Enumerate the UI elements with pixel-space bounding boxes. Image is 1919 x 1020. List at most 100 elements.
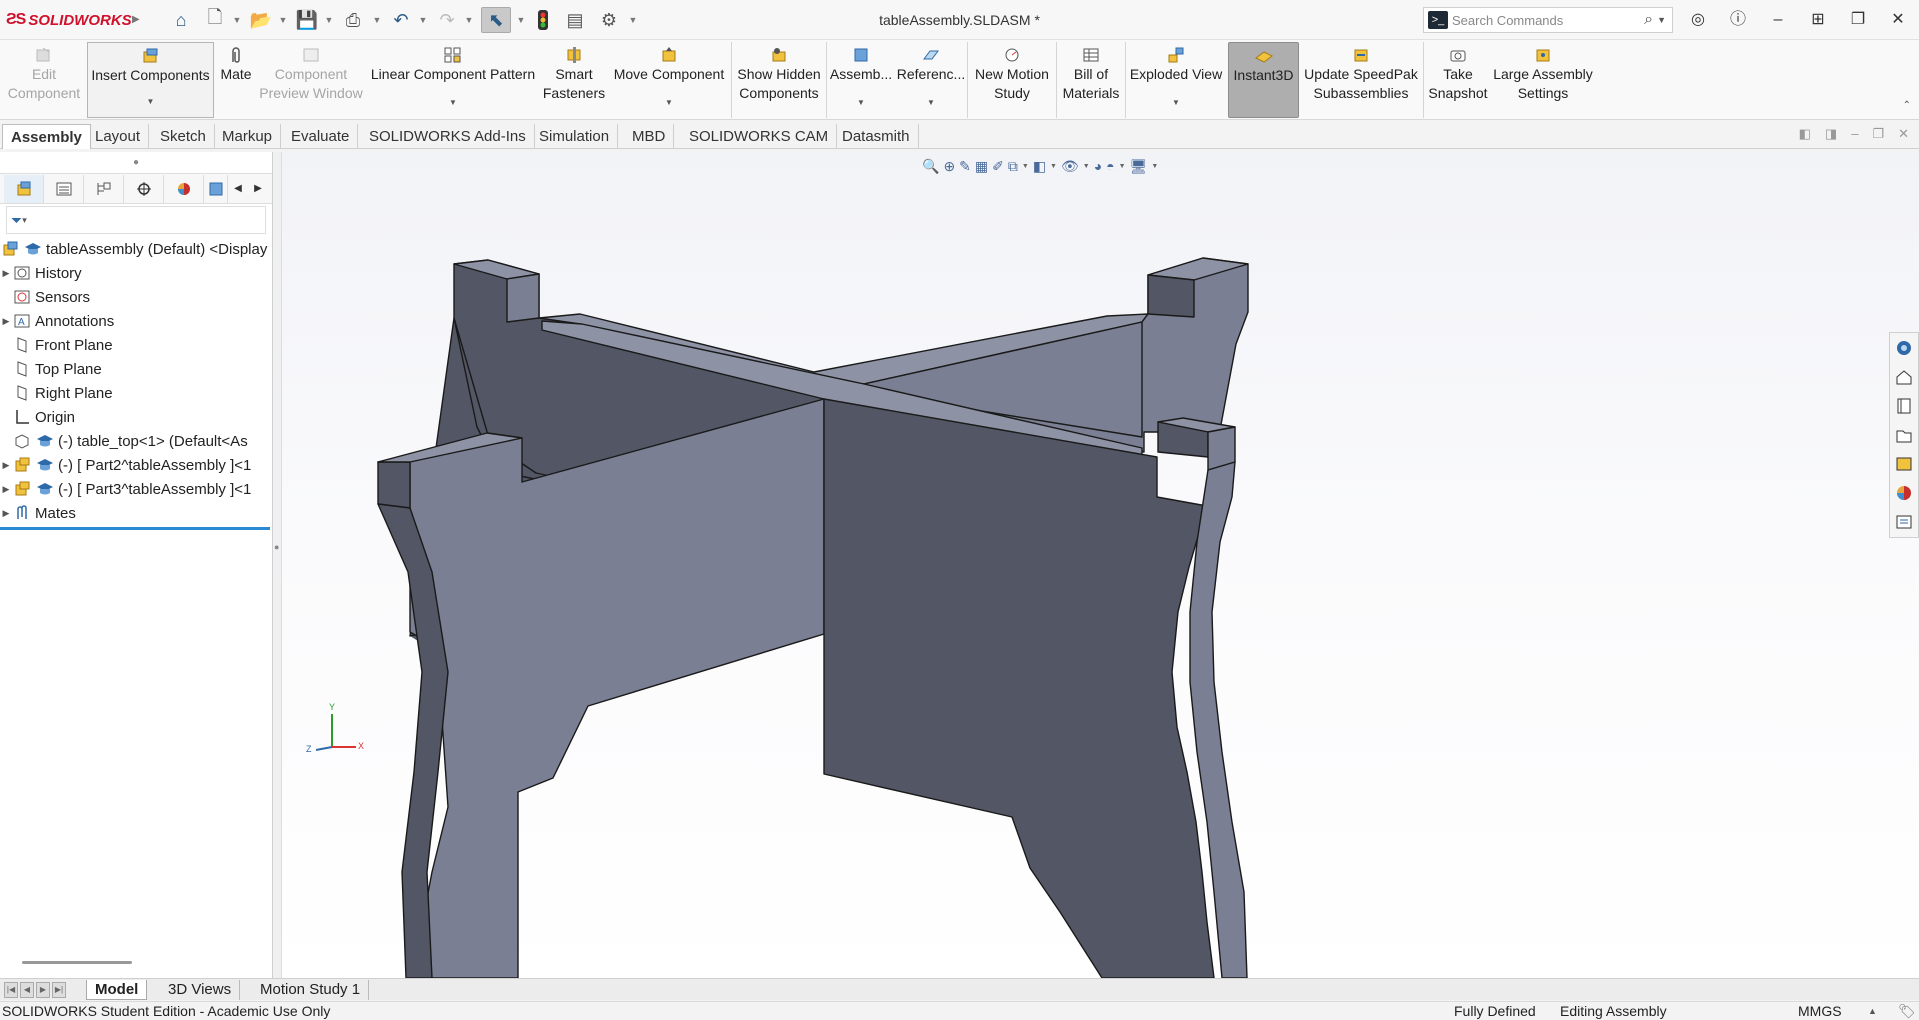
tab-simulation[interactable]: Simulation — [531, 124, 619, 149]
tree-root-assembly[interactable]: tableAssembly (Default) <Display — [0, 237, 272, 261]
horizontal-scrollbar[interactable] — [22, 961, 132, 964]
collapse-ribbon-icon[interactable]: ⌃ — [1903, 100, 1911, 111]
last-tab-icon[interactable]: ▶| — [52, 982, 66, 998]
minimize-icon[interactable]: – — [1763, 8, 1793, 32]
doc-tile-left-icon[interactable]: ◧ — [1799, 126, 1811, 142]
tab-3d-views[interactable]: 3D Views — [160, 980, 241, 1000]
take-snapshot-button[interactable]: Take Snapshot — [1425, 42, 1491, 118]
tree-item-mates[interactable]: ▶ Mates — [0, 501, 272, 525]
tab-mbd[interactable]: MBD — [624, 124, 675, 149]
doc-restore-icon[interactable]: ❐ — [1872, 126, 1884, 142]
help-icon[interactable]: ⓘ — [1723, 8, 1753, 32]
tree-item-table-top[interactable]: (-) table_top<1> (Default<As — [0, 429, 272, 453]
tab-markup[interactable]: Markup — [214, 124, 282, 149]
show-hidden-components-button[interactable]: Show Hidden Components — [734, 42, 824, 118]
insert-components-dropdown-icon[interactable]: ▼ — [147, 92, 155, 111]
reference-geometry-button[interactable]: Referenc... ▼ — [896, 42, 966, 118]
expand-arrow-icon[interactable]: ▶ — [0, 508, 12, 519]
close-icon[interactable]: ✕ — [1883, 8, 1913, 32]
component-preview-window-button[interactable]: Component Preview Window — [258, 42, 364, 118]
assembly-features-dropdown-icon[interactable]: ▼ — [857, 93, 865, 112]
move-component-dropdown-icon[interactable]: ▼ — [665, 93, 673, 112]
tree-item-top-plane[interactable]: Top Plane — [0, 357, 272, 381]
dimxpert-tab-icon[interactable] — [124, 174, 164, 203]
tab-motion-study-1[interactable]: Motion Study 1 — [252, 980, 370, 1000]
search-icon[interactable]: ⌕ — [1644, 11, 1653, 29]
move-component-button[interactable]: Move Component ▼ — [609, 42, 729, 118]
rollback-bar[interactable] — [0, 527, 270, 530]
appearances-icon[interactable] — [1890, 478, 1918, 507]
reference-geometry-dropdown-icon[interactable]: ▼ — [927, 93, 935, 112]
table-assembly-model[interactable] — [282, 152, 1919, 978]
design-library-icon[interactable] — [1890, 391, 1918, 420]
cam-tab-icon[interactable] — [204, 174, 228, 203]
smart-fasteners-button[interactable]: Smart Fasteners — [540, 42, 608, 118]
status-units[interactable]: MMGS — [1798, 1002, 1842, 1020]
instant3d-button[interactable]: Instant3D — [1228, 42, 1299, 118]
restore-icon[interactable]: ❐ — [1843, 8, 1873, 32]
tree-item-origin[interactable]: Origin — [0, 405, 272, 429]
tabs-scroll-right-icon[interactable]: ▶ — [248, 183, 268, 194]
doc-tile-right-icon[interactable]: ◨ — [1825, 126, 1837, 142]
display-manager-tab-icon[interactable] — [164, 174, 204, 203]
view-palette-icon[interactable] — [1890, 449, 1918, 478]
tree-item-front-plane[interactable]: Front Plane — [0, 333, 272, 357]
graphics-area[interactable]: 🔍 ⊕ ✎ ▦ ✐ ⧉ ▼ ◧ ▼ 👁 ▼ ◕ ◓ ▼ 🖥 ▼ Y X Z — [282, 152, 1919, 978]
feature-tree-tab-icon[interactable] — [4, 174, 44, 203]
splitter-handle-icon[interactable]: ● — [274, 542, 279, 552]
insert-components-button[interactable]: Insert Components ▼ — [87, 42, 214, 118]
exploded-view-dropdown-icon[interactable]: ▼ — [1172, 93, 1180, 112]
units-dropdown-icon[interactable]: ▲ — [1868, 1002, 1877, 1020]
expand-arrow-icon[interactable]: ▶ — [0, 484, 12, 495]
search-placeholder[interactable]: Search Commands — [1452, 13, 1644, 28]
panel-splitter[interactable]: ● — [273, 152, 282, 978]
bill-of-materials-button[interactable]: Bill of Materials — [1059, 42, 1123, 118]
panel-splitter-handle[interactable]: ● — [0, 152, 272, 174]
tree-item-annotations[interactable]: ▶ A Annotations — [0, 309, 272, 333]
tab-datasmith[interactable]: Datasmith — [834, 124, 919, 149]
tab-solidworks-add-ins[interactable]: SOLIDWORKS Add-Ins — [361, 124, 535, 149]
prev-tab-icon[interactable]: ◀ — [20, 982, 34, 998]
property-manager-tab-icon[interactable] — [44, 174, 84, 203]
first-tab-icon[interactable]: |◀ — [4, 982, 18, 998]
tab-evaluate[interactable]: Evaluate — [283, 124, 359, 149]
status-tag-icon[interactable]: 🏷 — [1898, 1002, 1916, 1020]
configuration-manager-tab-icon[interactable] — [84, 174, 124, 203]
tree-item-part3[interactable]: ▶ (-) [ Part3^tableAssembly ]<1 — [0, 477, 272, 501]
tab-assembly[interactable]: Assembly — [2, 124, 91, 149]
tree-item-sensors[interactable]: Sensors — [0, 285, 272, 309]
edit-component-button[interactable]: Edit Component — [2, 42, 86, 118]
doc-close-icon[interactable]: ✕ — [1898, 126, 1909, 142]
tree-item-part2[interactable]: ▶ (-) [ Part2^tableAssembly ]<1 — [0, 453, 272, 477]
expand-arrow-icon[interactable]: ▶ — [0, 268, 12, 279]
tile-windows-icon[interactable]: ⊞ — [1803, 8, 1833, 32]
tab-sketch[interactable]: Sketch — [152, 124, 215, 149]
search-dropdown-icon[interactable]: ▼ — [1657, 15, 1666, 25]
pattern-dropdown-icon[interactable]: ▼ — [449, 93, 457, 112]
next-tab-icon[interactable]: ▶ — [36, 982, 50, 998]
doc-minimize-icon[interactable]: – — [1851, 126, 1858, 142]
tree-filter[interactable]: ⏷ ▾ — [6, 206, 266, 234]
solidworks-resources-icon[interactable] — [1890, 333, 1918, 362]
custom-properties-icon[interactable] — [1890, 507, 1918, 536]
linear-component-pattern-button[interactable]: Linear Component Pattern ▼ — [367, 42, 539, 118]
account-icon[interactable]: ◎ — [1683, 8, 1713, 32]
tree-item-right-plane[interactable]: Right Plane — [0, 381, 272, 405]
home-task-pane-icon[interactable] — [1890, 362, 1918, 391]
update-speedpak-button[interactable]: Update SpeedPak Subassemblies — [1302, 42, 1420, 118]
file-explorer-icon[interactable] — [1890, 420, 1918, 449]
tree-item-history[interactable]: ▶ History — [0, 261, 272, 285]
tab-layout[interactable]: Layout — [87, 124, 150, 149]
new-motion-study-button[interactable]: New Motion Study — [970, 42, 1054, 118]
mate-button[interactable]: Mate — [215, 42, 257, 118]
tabs-scroll-left-icon[interactable]: ◀ — [228, 183, 248, 194]
assembly-features-button[interactable]: Assemb... ▼ — [829, 42, 893, 118]
search-commands-box[interactable]: >_ Search Commands ⌕ ▼ — [1423, 7, 1673, 33]
expand-arrow-icon[interactable]: ▶ — [0, 460, 12, 471]
tab-solidworks-cam[interactable]: SOLIDWORKS CAM — [681, 124, 838, 149]
tab-model[interactable]: Model — [86, 980, 148, 1000]
filter-funnel-icon[interactable]: ⏷ — [11, 212, 22, 229]
expand-arrow-icon[interactable]: ▶ — [0, 316, 12, 327]
large-assembly-settings-button[interactable]: Large Assembly Settings — [1492, 42, 1594, 118]
exploded-view-button[interactable]: Exploded View ▼ — [1128, 42, 1224, 118]
